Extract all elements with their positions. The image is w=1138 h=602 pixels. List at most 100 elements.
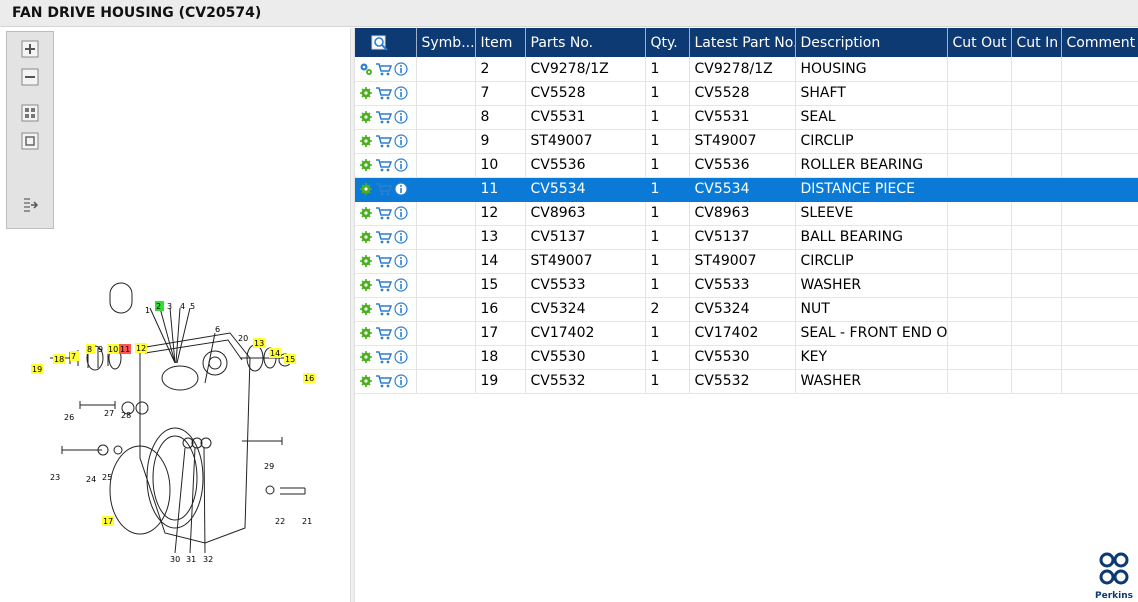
- cell-comment: [1061, 297, 1138, 322]
- cart-icon[interactable]: [375, 62, 392, 76]
- info-icon[interactable]: [394, 326, 408, 340]
- gear-icon[interactable]: [359, 302, 373, 316]
- gear-icon[interactable]: [359, 326, 373, 340]
- cell-description: WASHER: [795, 273, 948, 298]
- cell-symbol: [416, 153, 476, 178]
- cell-actions: [355, 225, 417, 250]
- cell-qty: 1: [645, 321, 690, 346]
- cart-icon[interactable]: [375, 302, 392, 316]
- cart-icon[interactable]: [375, 86, 392, 100]
- gear-icon[interactable]: [359, 350, 373, 364]
- column-item[interactable]: Item: [475, 28, 526, 57]
- assembly-gears-icon[interactable]: [359, 62, 373, 76]
- cart-icon[interactable]: [375, 158, 392, 172]
- info-icon[interactable]: [394, 350, 408, 364]
- callout-8: 8: [87, 345, 92, 354]
- parts-table-body: 2 CV9278/1Z 1 CV9278/1Z HOUSING 7 CV5528 1 CV552…: [355, 57, 1138, 394]
- cell-qty: 1: [645, 81, 690, 106]
- info-icon[interactable]: [394, 62, 408, 76]
- gear-icon[interactable]: [359, 254, 373, 268]
- gear-icon[interactable]: [359, 206, 373, 220]
- column-cut-in[interactable]: Cut In: [1011, 28, 1062, 57]
- table-row[interactable]: 7 CV5528 1 CV5528 SHAFT: [355, 81, 1138, 106]
- export-button[interactable]: [19, 194, 41, 216]
- info-icon[interactable]: [394, 206, 408, 220]
- gear-icon[interactable]: [359, 110, 373, 124]
- cell-cut-in: [1011, 129, 1062, 154]
- cart-icon[interactable]: [375, 134, 392, 148]
- cell-actions: [355, 81, 417, 106]
- fit-window-button[interactable]: [19, 130, 41, 152]
- table-row[interactable]: 2 CV9278/1Z 1 CV9278/1Z HOUSING: [355, 57, 1138, 82]
- zoom-in-button[interactable]: [19, 38, 41, 60]
- exploded-parts-diagram[interactable]: 1 2 3 4 5 6 7 8 9 10 11 12 13 14 15 16 1…: [0, 258, 350, 578]
- gear-icon[interactable]: [359, 158, 373, 172]
- cart-icon[interactable]: [375, 230, 392, 244]
- gear-icon[interactable]: [359, 374, 373, 388]
- info-icon[interactable]: [394, 278, 408, 292]
- cart-icon[interactable]: [375, 206, 392, 220]
- column-qty[interactable]: Qty.: [645, 28, 690, 57]
- cart-icon[interactable]: [375, 110, 392, 124]
- cart-icon[interactable]: [375, 182, 392, 196]
- info-icon[interactable]: [394, 302, 408, 316]
- table-row[interactable]: 8 CV5531 1 CV5531 SEAL: [355, 105, 1138, 130]
- table-row[interactable]: 12 CV8963 1 CV8963 SLEEVE: [355, 201, 1138, 226]
- zoom-out-button[interactable]: [19, 66, 41, 88]
- column-comment[interactable]: Comment: [1061, 28, 1138, 57]
- cell-item: 16: [475, 297, 526, 322]
- zoom-out-icon: [21, 68, 39, 86]
- table-row[interactable]: 11 CV5534 1 CV5534 DISTANCE PIECE: [355, 177, 1138, 202]
- cell-description: SHAFT: [795, 81, 948, 106]
- info-icon[interactable]: [394, 374, 408, 388]
- gear-icon[interactable]: [359, 230, 373, 244]
- cell-latest-part-no: CV9278/1Z: [689, 57, 796, 82]
- cell-comment: [1061, 105, 1138, 130]
- info-icon[interactable]: [394, 158, 408, 172]
- cart-icon[interactable]: [375, 326, 392, 340]
- info-icon[interactable]: [394, 134, 408, 148]
- column-description[interactable]: Description: [795, 28, 948, 57]
- fit-all-button[interactable]: [19, 102, 41, 124]
- info-icon[interactable]: [394, 230, 408, 244]
- cart-icon[interactable]: [375, 374, 392, 388]
- callout-2: 2: [156, 302, 161, 311]
- cell-item: 11: [475, 177, 526, 202]
- cell-parts-no: ST49007: [525, 129, 646, 154]
- column-symbol[interactable]: Symb...: [416, 28, 476, 57]
- cart-icon[interactable]: [375, 278, 392, 292]
- callout-1: 1: [145, 306, 150, 315]
- info-icon[interactable]: [394, 86, 408, 100]
- cell-qty: 1: [645, 249, 690, 274]
- table-row[interactable]: 9 ST49007 1 ST49007 CIRCLIP: [355, 129, 1138, 154]
- cell-description: SEAL: [795, 105, 948, 130]
- cell-latest-part-no: CV5530: [689, 345, 796, 370]
- cell-parts-no: CV5528: [525, 81, 646, 106]
- info-icon[interactable]: [394, 254, 408, 268]
- gear-icon[interactable]: [359, 278, 373, 292]
- info-icon[interactable]: [394, 110, 408, 124]
- gear-icon[interactable]: [359, 134, 373, 148]
- cart-icon[interactable]: [375, 254, 392, 268]
- table-row[interactable]: 17 CV17402 1 CV17402 SEAL - FRONT END OI: [355, 321, 1138, 346]
- table-row[interactable]: 18 CV5530 1 CV5530 KEY: [355, 345, 1138, 370]
- table-row[interactable]: 16 CV5324 2 CV5324 NUT: [355, 297, 1138, 322]
- cell-item: 14: [475, 249, 526, 274]
- column-parts-no[interactable]: Parts No.: [525, 28, 646, 57]
- table-row[interactable]: 14 ST49007 1 ST49007 CIRCLIP: [355, 249, 1138, 274]
- callout-6: 6: [215, 325, 220, 334]
- table-row[interactable]: 15 CV5533 1 CV5533 WASHER: [355, 273, 1138, 298]
- table-row[interactable]: 10 CV5536 1 CV5536 ROLLER BEARING: [355, 153, 1138, 178]
- cell-cut-out: [947, 153, 1012, 178]
- gear-icon[interactable]: [359, 182, 373, 196]
- info-icon[interactable]: [394, 182, 408, 196]
- column-icons[interactable]: [355, 28, 417, 57]
- cart-icon[interactable]: [375, 350, 392, 364]
- cell-comment: [1061, 81, 1138, 106]
- gear-icon[interactable]: [359, 86, 373, 100]
- column-latest-part-no[interactable]: Latest Part No.: [689, 28, 796, 57]
- cell-actions: [355, 345, 417, 370]
- table-row[interactable]: 19 CV5532 1 CV5532 WASHER: [355, 369, 1138, 394]
- column-cut-out[interactable]: Cut Out: [947, 28, 1012, 57]
- table-row[interactable]: 13 CV5137 1 CV5137 BALL BEARING: [355, 225, 1138, 250]
